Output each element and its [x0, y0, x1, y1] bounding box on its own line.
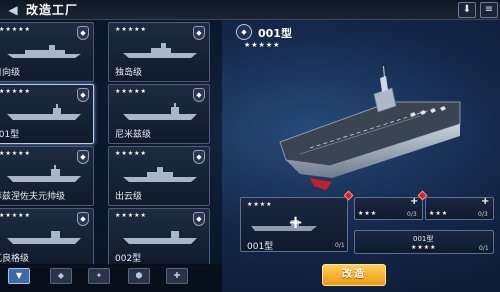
- material-slot-b[interactable]: ★★★ + 0/3: [425, 196, 494, 220]
- rank-filter-bar: [0, 264, 222, 292]
- ship-silhouette-icon: [7, 165, 81, 182]
- ship-card-stars: ★★★★★: [115, 212, 147, 219]
- ship-silhouette-icon: [123, 167, 197, 182]
- ship-card-dokdo[interactable]: ★★★★★ ◆ 独岛级: [108, 22, 210, 82]
- ship-card-stars: ★★★★★: [0, 88, 31, 95]
- ship-silhouette-icon: [7, 231, 81, 244]
- ship-card-label: 002型: [115, 254, 142, 264]
- ship-card-stars: ★★★★★: [115, 88, 147, 95]
- material-count: 0/3: [407, 211, 417, 218]
- material-slot-c[interactable]: 001型 ★★★★ 0/1: [354, 230, 494, 254]
- filter-tab-rank-4[interactable]: ⬢: [128, 268, 150, 284]
- rank-badge-icon: ◆: [77, 212, 89, 226]
- ship-card-label: 日向级: [0, 68, 21, 78]
- ship-card-stars: ★★★★★: [115, 150, 147, 157]
- material-count: 0/3: [478, 211, 488, 218]
- rank-badge-icon: ◆: [77, 150, 89, 164]
- ship-silhouette-icon: [7, 104, 81, 120]
- selected-ship-name: 001型: [258, 27, 292, 40]
- ship-card-label: 出云级: [115, 192, 143, 202]
- aircraft-carrier-model: [279, 66, 461, 190]
- rank-badge-icon: ◆: [193, 26, 205, 40]
- material-name: 001型: [413, 235, 434, 243]
- material-stars: ★★★★: [411, 244, 437, 251]
- ship-silhouette-icon: [123, 231, 197, 244]
- menu-button[interactable]: ≡: [480, 2, 498, 18]
- rank-badge-icon: ◆: [193, 150, 205, 164]
- upgrade-button[interactable]: 改造: [322, 264, 386, 286]
- filter-tab-rank-5[interactable]: ✚: [166, 268, 188, 284]
- back-arrow-icon[interactable]: ◀: [2, 2, 24, 18]
- add-material-icon[interactable]: +: [481, 196, 489, 207]
- ship-card-stars: ★★★★★: [0, 26, 31, 33]
- selected-ship-stars: ★★★★★: [244, 41, 281, 49]
- material-stars: ★★★★: [247, 201, 273, 208]
- material-stars: ★★★: [358, 210, 378, 217]
- ship-silhouette-icon: [251, 220, 317, 231]
- ship-card-002[interactable]: ★★★★★ ◆ 002型: [108, 208, 210, 268]
- add-material-icon[interactable]: +: [410, 196, 418, 207]
- ship-silhouette-icon: [123, 43, 197, 58]
- ship-card-label: 尼米兹级: [115, 130, 152, 140]
- ship-card-stars: ★★★★★: [115, 26, 147, 33]
- ship-card-stars: ★★★★★: [0, 212, 31, 219]
- ship-card-001[interactable]: ★★★★★ ◆ 001型: [0, 84, 94, 144]
- ship-card-varyag[interactable]: ★★★★★ ◆ 瓦良格级: [0, 208, 94, 268]
- ship-card-label: 菲兹涅佐夫元帅级: [0, 192, 66, 202]
- rank-badge-icon: ◆: [77, 88, 89, 102]
- material-name: 001型: [247, 242, 274, 252]
- ship-silhouette-icon: [7, 45, 81, 58]
- ship-card-hyuga[interactable]: ★★★★★ ◆ 日向级: [0, 22, 94, 82]
- download-button[interactable]: ⬇: [458, 2, 476, 18]
- ship-card-label: 瓦良格级: [0, 254, 30, 264]
- filter-tab-rank-1[interactable]: ▼: [8, 268, 30, 284]
- ship-card-nimitz[interactable]: ★★★★★ ◆ 尼米兹级: [108, 84, 210, 144]
- ship-card-label: 001型: [0, 130, 20, 140]
- filter-tab-rank-2[interactable]: ◆: [50, 268, 72, 284]
- ship-card-label: 独岛级: [115, 68, 143, 78]
- rank-badge-icon: ◆: [193, 212, 205, 226]
- rank-badge-icon: ◆: [77, 26, 89, 40]
- add-material-icon[interactable]: +: [288, 212, 303, 233]
- ship-card-stars: ★★★★★: [0, 150, 31, 157]
- material-stars: ★★★: [429, 210, 449, 217]
- material-count: 0/1: [335, 242, 345, 249]
- ship-card-izumo[interactable]: ★★★★★ ◆ 出云级: [108, 146, 210, 206]
- ship-silhouette-icon: [123, 103, 197, 120]
- filter-tab-rank-3[interactable]: ✦: [88, 268, 110, 284]
- rank-badge-icon: ◆: [193, 88, 205, 102]
- material-slot-a[interactable]: ★★★ + 0/3: [354, 196, 423, 220]
- selected-rank-badge-icon: ◆: [236, 24, 252, 40]
- material-slot-main[interactable]: ★★★★ + 001型 0/1: [240, 197, 348, 252]
- ship-card-kuznetsov[interactable]: ★★★★★ ◆ 菲兹涅佐夫元帅级: [0, 146, 94, 206]
- material-count: 0/1: [479, 245, 489, 252]
- page-title: 改造工厂: [26, 3, 79, 17]
